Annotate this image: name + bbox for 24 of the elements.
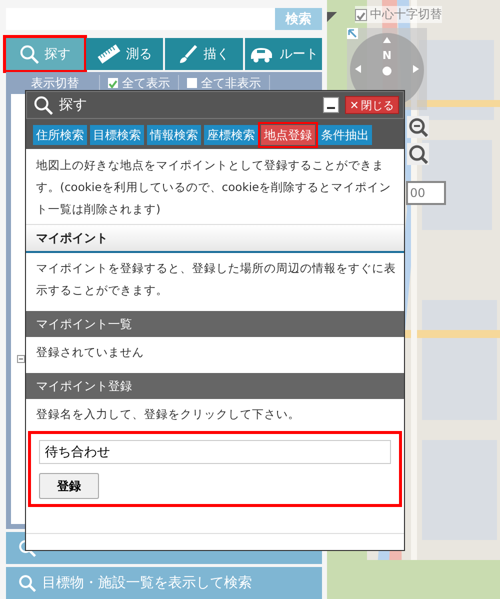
dialog-tab[interactable]: 目標検索	[90, 125, 144, 145]
dialog-title: 探す	[59, 96, 87, 114]
register-button[interactable]: 登録	[39, 473, 99, 499]
section-header: マイポイント一覧	[26, 311, 404, 337]
search-list-button[interactable]: 目標物・施設一覧を表示して検索	[6, 567, 322, 599]
section-text: 登録名を入力して、登録をクリックして下さい。	[35, 406, 301, 423]
dialog-tab[interactable]: 情報検索	[147, 125, 201, 145]
tool-tab[interactable]: 描く	[165, 38, 242, 70]
dialog-tab[interactable]: 座標検索	[204, 125, 258, 145]
section-header: マイポイント登録	[26, 373, 404, 399]
section-text: 登録されていません	[35, 344, 145, 361]
tool-tab[interactable]: 探す	[6, 38, 84, 70]
scale-field[interactable]: 00	[406, 181, 446, 205]
name-field[interactable]: 待ち合わせ	[39, 440, 391, 464]
tool-tab[interactable]: ルート	[244, 38, 322, 70]
north-label: N	[382, 49, 392, 62]
tool-tab[interactable]: 測る	[86, 38, 163, 70]
dialog-tab[interactable]: 条件抽出	[318, 125, 372, 145]
dialog-tab[interactable]: 地点登録	[261, 125, 315, 145]
dialog-tab[interactable]: 住所検索	[33, 125, 87, 145]
section-text: マイポイントを登録すると、登録した場所の周辺の情報をすぐに表示することができます。	[35, 260, 397, 299]
close-button[interactable]: ✕ 閉じる	[344, 96, 399, 114]
section-header: マイポイント	[26, 225, 404, 253]
crosshair-toggle[interactable]: 中心十字切替	[355, 6, 442, 23]
